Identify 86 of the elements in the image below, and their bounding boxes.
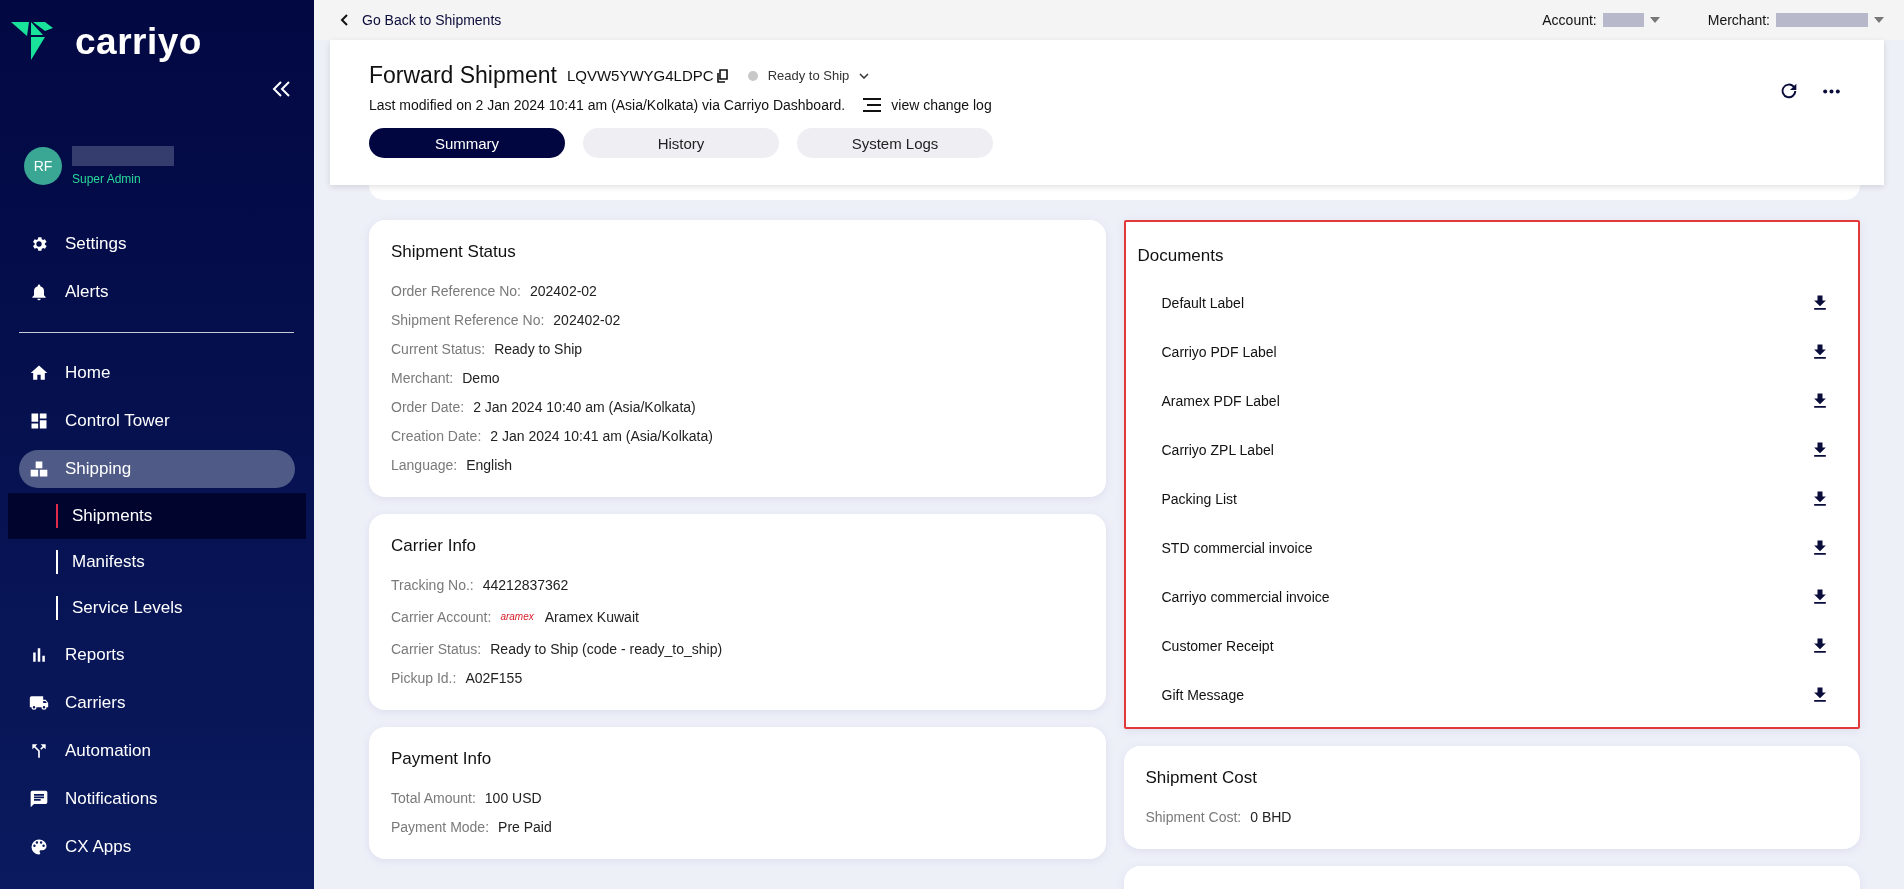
field-label: Shipment Cost:	[1145, 808, 1242, 825]
document-name: Carriyo ZPL Label	[1161, 441, 1274, 458]
document-name: Carriyo commercial invoice	[1161, 588, 1330, 605]
nav-item[interactable]: Automation	[19, 732, 295, 770]
nav-subitem[interactable]: Shipments	[8, 493, 306, 539]
card-title: Shipment Status	[391, 242, 517, 262]
field-value: 202402-02	[529, 282, 597, 299]
field-label: Carrier Status:	[391, 640, 482, 657]
field-value: A02F155	[465, 669, 523, 686]
nav-item[interactable]: Shipping	[19, 450, 295, 488]
nav-item[interactable]: Settings	[19, 225, 295, 263]
document-name: Carriyo PDF Label	[1161, 343, 1277, 360]
last-modified-text: Last modified on 2 Jan 2024 10:41 am (Asia/Kolkata) via Carriyo Dashboard.	[369, 97, 846, 113]
card-title: Payment Info	[391, 749, 493, 769]
field-value: 2 Jan 2024 10:40 am (Asia/Kolkata)	[473, 398, 696, 415]
status-dot	[747, 70, 758, 81]
document-name: Gift Message	[1161, 686, 1244, 703]
nav-item[interactable]: CX Apps	[19, 828, 295, 866]
user-role: Super Admin	[72, 172, 142, 186]
nav-item[interactable]: Control Tower	[19, 402, 295, 440]
shipment-id: LQVW5YWYG4LDPC	[566, 67, 714, 84]
document-name: Customer Receipt	[1161, 637, 1274, 654]
tab[interactable]: Summary	[369, 128, 565, 158]
field-value: Ready to Ship	[494, 340, 583, 357]
nav-item[interactable]: Carriers	[19, 684, 295, 722]
carrier-logo: aramex	[500, 611, 534, 622]
field-label: Pickup Id.:	[391, 669, 457, 686]
chevron-down-icon	[859, 72, 870, 79]
document-name: Packing List	[1161, 490, 1237, 507]
boxes-icon	[29, 459, 49, 479]
caret-icon	[1649, 17, 1660, 23]
field-value: English	[466, 456, 513, 473]
account-dropdown[interactable]: Account:	[1542, 12, 1660, 28]
palette-icon	[29, 837, 49, 857]
change-log-link[interactable]: view change log	[863, 97, 992, 113]
avatar: RF	[24, 147, 62, 185]
more-dots-icon	[1822, 88, 1840, 94]
field-label: Merchant:	[391, 369, 454, 386]
field-value: 100 USD	[484, 789, 542, 806]
document-name: Default Label	[1161, 294, 1244, 311]
document-name: Aramex PDF Label	[1161, 392, 1280, 409]
field-label: Order Date:	[391, 398, 465, 415]
field-value: 202402-02	[553, 311, 621, 328]
tab[interactable]: System Logs	[797, 128, 993, 158]
field-label: Order Reference No:	[391, 282, 521, 299]
list-lines-icon	[863, 98, 882, 112]
merchant-dropdown[interactable]: Merchant:	[1707, 12, 1884, 28]
house-icon	[29, 363, 49, 383]
truck-icon	[29, 693, 49, 713]
dashboard-icon	[29, 411, 49, 431]
chat-icon	[29, 789, 49, 809]
nav-item[interactable]: Home	[19, 354, 295, 392]
field-value: Pre Paid	[498, 818, 552, 835]
nav-item[interactable]: Alerts	[19, 273, 295, 311]
brand-name: carriyo	[75, 21, 202, 63]
field-value: Demo	[462, 369, 500, 386]
tab[interactable]: History	[583, 128, 779, 158]
field-value: Ready to Ship (code - ready_to_ship)	[490, 640, 723, 657]
field-label: Payment Mode:	[391, 818, 490, 835]
card-title: Shipment Cost	[1145, 768, 1258, 788]
field-label: Total Amount:	[391, 789, 476, 806]
status-dropdown[interactable]: Ready to Ship	[767, 68, 870, 83]
field-value: 2 Jan 2024 10:41 am (Asia/Kolkata)	[490, 427, 713, 444]
field-value: 0 BHD	[1250, 808, 1292, 825]
double-chevron-icon	[272, 80, 292, 98]
fork-arrows-icon	[29, 741, 49, 761]
nav-item[interactable]: Reports	[19, 636, 295, 674]
caret-icon	[1874, 17, 1884, 23]
document-name: STD commercial invoice	[1161, 539, 1313, 556]
nav-item[interactable]: Notifications	[19, 780, 295, 818]
field-label: Creation Date:	[391, 427, 482, 444]
field-value: 44212837362	[482, 576, 569, 593]
field-label: Current Status:	[391, 340, 486, 357]
field-value: Aramex Kuwait	[544, 608, 639, 625]
field-label: Language:	[391, 456, 458, 473]
field-label: Tracking No.:	[391, 576, 474, 593]
card-title: Carrier Info	[391, 536, 478, 556]
card-title: Documents	[1137, 246, 1225, 266]
nav-subitem[interactable]: Service Levels	[0, 585, 314, 631]
field-label: Shipment Reference No:	[391, 311, 545, 328]
bell-icon	[29, 282, 49, 302]
page-title: Forward Shipment	[369, 62, 557, 89]
field-label: Carrier Account:	[391, 608, 492, 625]
copy-icon[interactable]	[715, 68, 730, 83]
nav-subitem[interactable]: Manifests	[0, 539, 314, 585]
back-link[interactable]: Go Back to Shipments	[338, 12, 502, 28]
